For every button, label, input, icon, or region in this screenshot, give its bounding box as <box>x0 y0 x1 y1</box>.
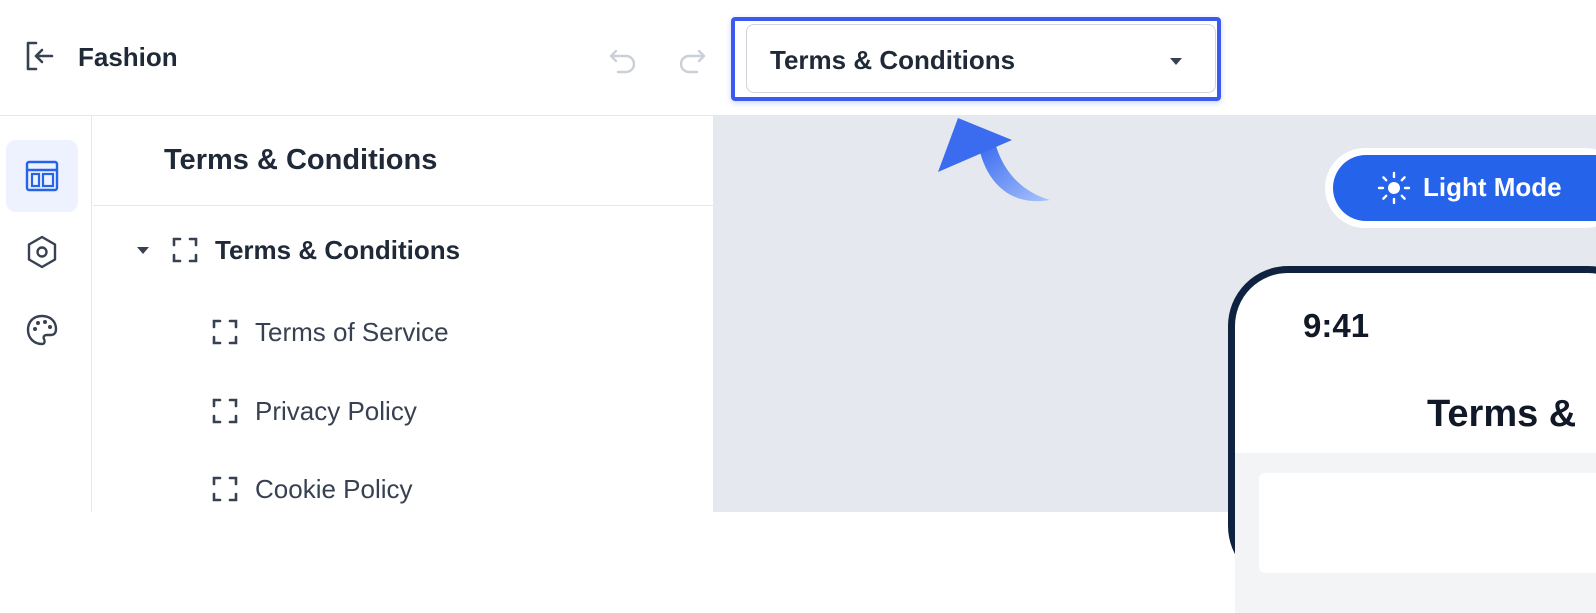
phone-screen-title: Terms & <box>1427 393 1577 435</box>
frame-icon <box>212 319 238 345</box>
rail-theme-button[interactable] <box>6 294 78 366</box>
tree-item-label: Terms & Conditions <box>215 234 461 265</box>
tree-item-cookie-policy[interactable]: Cookie Policy <box>211 469 413 509</box>
tree-item-terms-of-service[interactable]: Terms of Service <box>211 312 449 352</box>
frame-icon <box>212 398 238 424</box>
frame-icon <box>212 476 238 502</box>
page-select-dropdown[interactable]: Terms & Conditions <box>746 24 1216 93</box>
tree-item-label: Terms of Service <box>255 316 449 347</box>
app-title: Fashion <box>78 42 178 72</box>
layout-icon <box>25 160 59 192</box>
preview-canvas: Light Mode 9:41 Terms & <box>713 116 1596 613</box>
light-mode-toggle[interactable]: Light Mode <box>1333 155 1596 221</box>
panel-header: Terms & Conditions <box>93 116 713 206</box>
caret-down-icon[interactable] <box>135 244 151 256</box>
sun-icon <box>1377 171 1411 205</box>
mode-toggle-wrapper: Light Mode <box>1325 148 1596 228</box>
tree-item-label: Privacy Policy <box>255 395 417 426</box>
palette-icon <box>26 314 58 346</box>
side-rail <box>0 116 92 512</box>
exit-icon[interactable] <box>22 38 58 74</box>
top-bar: Fashion Terms & Conditions <box>0 0 1596 116</box>
tree-item-privacy-policy[interactable]: Privacy Policy <box>211 391 417 431</box>
tree-item-label: Cookie Policy <box>255 473 413 504</box>
frame-icon <box>172 237 198 263</box>
structure-panel: Terms & Conditions Terms & Conditions Te… <box>93 116 713 512</box>
caret-down-icon <box>1170 58 1182 65</box>
pointer-arrow-icon <box>938 118 1050 202</box>
rail-settings-button[interactable] <box>6 216 78 288</box>
phone-content-area <box>1235 453 1596 613</box>
rail-layout-button[interactable] <box>6 140 78 212</box>
mode-toggle-label: Light Mode <box>1423 172 1562 202</box>
settings-icon <box>27 235 57 269</box>
phone-content-card <box>1259 473 1596 573</box>
panel-title: Terms & Conditions <box>164 144 438 176</box>
redo-icon[interactable] <box>675 43 709 77</box>
phone-status-time: 9:41 <box>1303 307 1370 344</box>
phone-preview: 9:41 Terms & <box>1228 266 1596 613</box>
undo-icon[interactable] <box>606 43 640 77</box>
page-select-value: Terms & Conditions <box>770 45 1016 75</box>
tree-item-terms-conditions[interactable]: Terms & Conditions <box>135 230 460 270</box>
